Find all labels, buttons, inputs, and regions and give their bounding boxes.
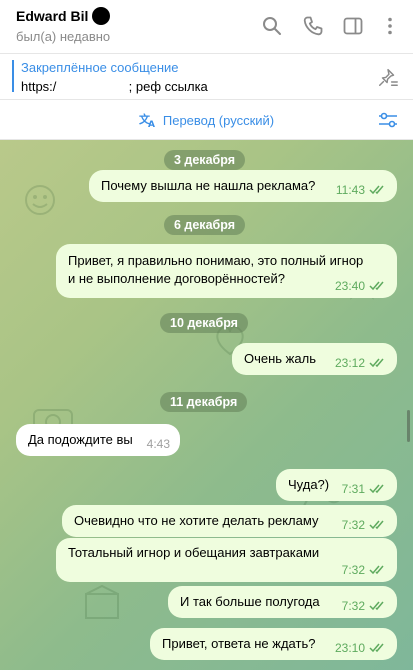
- phone-icon[interactable]: [301, 14, 325, 38]
- pinned-title: Закреплённое сообщение: [21, 60, 179, 75]
- message-text: Тотальный игнор и обещания завтраками: [68, 545, 320, 560]
- message-bubble[interactable]: И так больше полугода 7:32: [168, 586, 397, 618]
- redaction-mark: [92, 7, 111, 25]
- read-checkmarks-icon: [369, 565, 384, 575]
- message-bubble[interactable]: Чуда?) 7:31: [276, 469, 397, 501]
- pinned-message-bar[interactable]: Закреплённое сообщение https:/ ; реф ссы…: [0, 54, 413, 100]
- pinned-text: https:/ ; реф ссылка: [21, 79, 208, 94]
- message-bubble[interactable]: Почему вышла не нашла реклама? 11:43: [89, 170, 397, 202]
- message-text: Очевидно что не хотите делать рекламу: [74, 513, 319, 528]
- message-time: 11:43: [335, 183, 365, 197]
- message-bubble[interactable]: Очевидно что не хотите делать рекламу 7:…: [62, 505, 397, 537]
- message-text: И так больше полугода: [180, 594, 320, 609]
- message-text: Привет, я правильно понимаю, это полный …: [68, 253, 364, 286]
- contact-status: был(а) недавно: [16, 29, 111, 44]
- message-bubble[interactable]: Привет, я правильно понимаю, это полный …: [56, 244, 397, 298]
- translate-button[interactable]: 文 A Перевод (русский): [139, 112, 274, 128]
- message-time: 7:32: [341, 599, 365, 613]
- translate-settings-icon[interactable]: [377, 110, 399, 130]
- message-time: 23:12: [334, 356, 365, 370]
- contact-name[interactable]: Edward Bil: [16, 8, 88, 24]
- read-checkmarks-icon: [369, 185, 384, 195]
- message-time: 7:32: [341, 518, 365, 532]
- pin-list-icon[interactable]: [377, 66, 399, 88]
- message-text: Почему вышла не нашла реклама?: [101, 178, 316, 193]
- read-checkmarks-icon: [369, 601, 384, 611]
- date-separator: 6 декабря: [164, 215, 246, 235]
- message-time: 4:43: [146, 437, 170, 451]
- read-checkmarks-icon: [369, 484, 384, 494]
- read-checkmarks-icon: [369, 358, 384, 368]
- date-separator: 10 декабря: [160, 313, 248, 333]
- message-text: Очень жаль: [244, 351, 316, 366]
- more-icon[interactable]: [378, 14, 402, 38]
- message-time: 23:40: [334, 279, 365, 293]
- translate-label: Перевод (русский): [162, 112, 275, 128]
- translate-bar: 文 A Перевод (русский): [0, 100, 413, 140]
- date-separator: 3 декабря: [164, 150, 246, 170]
- sidebar-icon[interactable]: [341, 14, 365, 38]
- background-doodle-icon: [25, 185, 55, 215]
- read-checkmarks-icon: [369, 643, 384, 653]
- background-doodle-icon: [85, 584, 119, 619]
- svg-text:A: A: [148, 120, 155, 128]
- read-checkmarks-icon: [369, 520, 384, 530]
- chat-area[interactable]: 3 декабря 6 декабря 10 декабря 11 декабр…: [0, 140, 413, 670]
- message-bubble[interactable]: Привет, ответа не ждать? 23:10: [150, 628, 397, 660]
- message-time: 7:31: [341, 482, 365, 496]
- message-text: Чуда?): [288, 477, 330, 492]
- message-bubble[interactable]: Тотальный игнор и обещания завтраками 7:…: [56, 538, 397, 582]
- message-bubble[interactable]: Да подождите вы 4:43: [16, 424, 180, 456]
- read-checkmarks-icon: [369, 281, 384, 291]
- message-text: Привет, ответа не ждать?: [162, 636, 316, 651]
- search-icon[interactable]: [260, 14, 284, 38]
- date-separator: 11 декабря: [160, 392, 248, 412]
- scrollbar[interactable]: [407, 410, 410, 442]
- message-time: 7:32: [341, 563, 365, 577]
- message-time: 23:10: [334, 641, 365, 655]
- chat-header: Edward Bil был(а) недавно: [0, 0, 413, 54]
- translate-icon: 文 A: [139, 112, 155, 128]
- message-bubble[interactable]: Очень жаль 23:12: [232, 343, 397, 375]
- message-text: Да подождите вы: [28, 432, 133, 447]
- pinned-indicator: [12, 60, 14, 92]
- contact-title[interactable]: Edward Bil: [16, 7, 111, 25]
